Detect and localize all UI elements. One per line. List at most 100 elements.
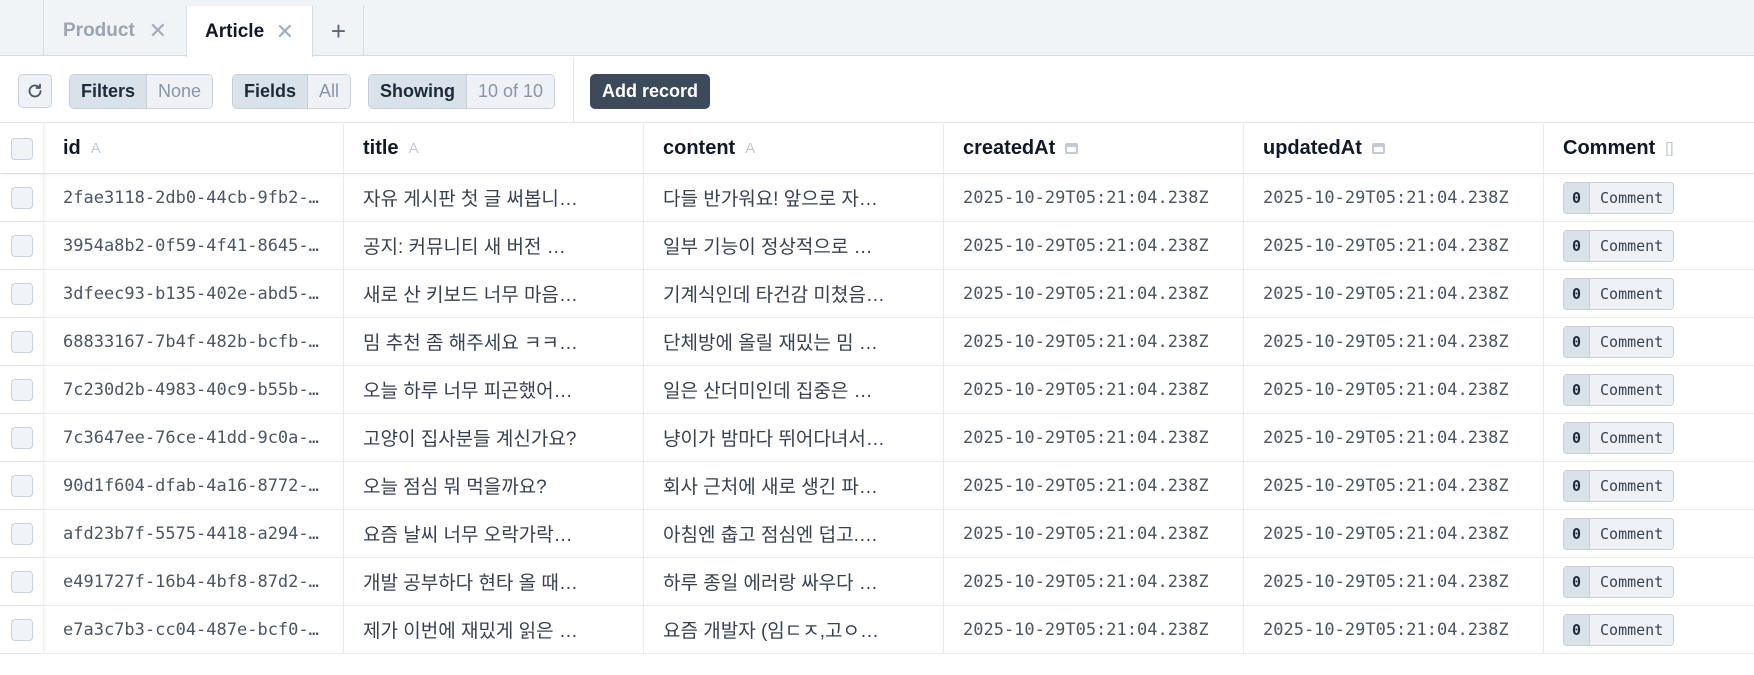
- refresh-button[interactable]: [18, 74, 52, 108]
- cell-content[interactable]: 일부 기능이 정상적으로 …: [644, 222, 944, 269]
- cell-createdAt[interactable]: 2025-10-29T05:21:04.238Z: [944, 270, 1244, 317]
- comment-relation-button[interactable]: 0 Comment: [1563, 277, 1675, 310]
- comment-relation-button[interactable]: 0 Comment: [1563, 181, 1675, 214]
- cell-updatedAt[interactable]: 2025-10-29T05:21:04.238Z: [1244, 174, 1544, 221]
- cell-title[interactable]: 고양이 집사분들 계신가요?: [344, 414, 644, 461]
- table-row[interactable]: 68833167-7b4f-482b-bcfb-… 밈 추천 좀 해주세요 ㅋㅋ……: [0, 318, 1754, 366]
- cell-updatedAt[interactable]: 2025-10-29T05:21:04.238Z: [1244, 270, 1544, 317]
- row-checkbox[interactable]: [10, 522, 33, 545]
- cell-content[interactable]: 냥이가 밤마다 뛰어다녀서…: [644, 414, 944, 461]
- column-header-createdAt[interactable]: createdAt: [944, 124, 1244, 173]
- showing-button[interactable]: Showing 10 of 10: [368, 74, 556, 109]
- table-row[interactable]: 90d1f604-dfab-4a16-8772-… 오늘 점심 뭐 먹을까요? 회사…: [0, 462, 1754, 510]
- cell-content[interactable]: 기계식인데 타건감 미쳤음…: [644, 270, 944, 317]
- cell-content[interactable]: 일은 산더미인데 집중은 …: [644, 366, 944, 413]
- column-header-Comment[interactable]: Comment []: [1544, 124, 1754, 173]
- comment-relation-button[interactable]: 0 Comment: [1563, 373, 1675, 406]
- table-row[interactable]: 3dfeec93-b135-402e-abd5-… 새로 산 키보드 너무 마음……: [0, 270, 1754, 318]
- tab-product[interactable]: Product ✕: [45, 6, 185, 56]
- cell-createdAt[interactable]: 2025-10-29T05:21:04.238Z: [944, 510, 1244, 557]
- cell-updatedAt-value: 2025-10-29T05:21:04.238Z: [1263, 571, 1509, 592]
- cell-updatedAt[interactable]: 2025-10-29T05:21:04.238Z: [1244, 222, 1544, 269]
- cell-updatedAt[interactable]: 2025-10-29T05:21:04.238Z: [1244, 606, 1544, 653]
- cell-content[interactable]: 회사 근처에 새로 생긴 파…: [644, 462, 944, 509]
- row-checkbox[interactable]: [10, 330, 33, 353]
- cell-content[interactable]: 요즘 개발자 (임ㄷㅈ,고ㅇ…: [644, 606, 944, 653]
- row-checkbox[interactable]: [10, 282, 33, 305]
- tab-article[interactable]: Article ✕: [186, 6, 313, 57]
- cell-updatedAt[interactable]: 2025-10-29T05:21:04.238Z: [1244, 414, 1544, 461]
- close-icon[interactable]: ✕: [149, 20, 167, 42]
- table-row[interactable]: 7c3647ee-76ce-41dd-9c0a-… 고양이 집사분들 계신가요? 냥…: [0, 414, 1754, 462]
- cell-title[interactable]: 제가 이번에 재밌게 읽은 …: [344, 606, 644, 653]
- row-checkbox[interactable]: [10, 426, 33, 449]
- row-checkbox[interactable]: [10, 570, 33, 593]
- filters-button[interactable]: Filters None: [69, 74, 214, 109]
- comment-relation-button[interactable]: 0 Comment: [1563, 325, 1675, 358]
- cell-id[interactable]: 90d1f604-dfab-4a16-8772-…: [44, 462, 344, 509]
- select-all-checkbox[interactable]: [10, 137, 33, 160]
- cell-id[interactable]: 2fae3118-2db0-44cb-9fb2-…: [44, 174, 344, 221]
- table-row[interactable]: 2fae3118-2db0-44cb-9fb2-… 자유 게시판 첫 글 써봅니……: [0, 174, 1754, 222]
- table-row[interactable]: 3954a8b2-0f59-4f41-8645-… 공지: 커뮤니티 새 버전 ……: [0, 222, 1754, 270]
- row-checkbox[interactable]: [10, 378, 33, 401]
- column-header-title[interactable]: title A: [344, 124, 644, 173]
- comment-relation-button[interactable]: 0 Comment: [1563, 565, 1675, 598]
- cell-title[interactable]: 공지: 커뮤니티 새 버전 …: [344, 222, 644, 269]
- table-row[interactable]: e491727f-16b4-4bf8-87d2-… 개발 공부하다 현타 올 때……: [0, 558, 1754, 606]
- close-icon[interactable]: ✕: [276, 20, 294, 43]
- cell-createdAt[interactable]: 2025-10-29T05:21:04.238Z: [944, 174, 1244, 221]
- cell-createdAt[interactable]: 2025-10-29T05:21:04.238Z: [944, 222, 1244, 269]
- row-checkbox[interactable]: [10, 234, 33, 257]
- cell-createdAt[interactable]: 2025-10-29T05:21:04.238Z: [944, 606, 1244, 653]
- table-row[interactable]: 7c230d2b-4983-40c9-b55b-… 오늘 하루 너무 피곤했어… 일…: [0, 366, 1754, 414]
- cell-id[interactable]: afd23b7f-5575-4418-a294-…: [44, 510, 344, 557]
- cell-id[interactable]: 68833167-7b4f-482b-bcfb-…: [44, 318, 344, 365]
- cell-createdAt[interactable]: 2025-10-29T05:21:04.238Z: [944, 414, 1244, 461]
- cell-updatedAt[interactable]: 2025-10-29T05:21:04.238Z: [1244, 462, 1544, 509]
- cell-createdAt[interactable]: 2025-10-29T05:21:04.238Z: [944, 366, 1244, 413]
- column-header-content[interactable]: content A: [644, 124, 944, 173]
- cell-content[interactable]: 다들 반가워요! 앞으로 자…: [644, 174, 944, 221]
- cell-createdAt[interactable]: 2025-10-29T05:21:04.238Z: [944, 318, 1244, 365]
- comment-relation-button[interactable]: 0 Comment: [1563, 517, 1675, 550]
- table-row[interactable]: e7a3c7b3-cc04-487e-bcf0-… 제가 이번에 재밌게 읽은 ……: [0, 606, 1754, 654]
- cell-id[interactable]: e491727f-16b4-4bf8-87d2-…: [44, 558, 344, 605]
- cell-title[interactable]: 오늘 점심 뭐 먹을까요?: [344, 462, 644, 509]
- cell-id[interactable]: 7c230d2b-4983-40c9-b55b-…: [44, 366, 344, 413]
- cell-id[interactable]: 3954a8b2-0f59-4f41-8645-…: [44, 222, 344, 269]
- column-header-updatedAt[interactable]: updatedAt: [1244, 124, 1544, 173]
- cell-updatedAt[interactable]: 2025-10-29T05:21:04.238Z: [1244, 510, 1544, 557]
- add-tab-button[interactable]: +: [314, 6, 364, 56]
- cell-id[interactable]: 3dfeec93-b135-402e-abd5-…: [44, 270, 344, 317]
- cell-title[interactable]: 자유 게시판 첫 글 써봅니…: [344, 174, 644, 221]
- cell-updatedAt[interactable]: 2025-10-29T05:21:04.238Z: [1244, 558, 1544, 605]
- cell-title[interactable]: 오늘 하루 너무 피곤했어…: [344, 366, 644, 413]
- row-checkbox[interactable]: [10, 186, 33, 209]
- cell-id[interactable]: e7a3c7b3-cc04-487e-bcf0-…: [44, 606, 344, 653]
- row-checkbox[interactable]: [10, 474, 33, 497]
- cell-title[interactable]: 새로 산 키보드 너무 마음…: [344, 270, 644, 317]
- cell-title[interactable]: 개발 공부하다 현타 올 때…: [344, 558, 644, 605]
- calendar-icon: [1065, 143, 1079, 154]
- cell-createdAt[interactable]: 2025-10-29T05:21:04.238Z: [944, 462, 1244, 509]
- cell-title[interactable]: 요즘 날씨 너무 오락가락…: [344, 510, 644, 557]
- row-checkbox[interactable]: [10, 618, 33, 641]
- comment-relation-button[interactable]: 0 Comment: [1563, 229, 1675, 262]
- add-record-button[interactable]: Add record: [590, 74, 711, 109]
- cell-createdAt[interactable]: 2025-10-29T05:21:04.238Z: [944, 558, 1244, 605]
- comment-relation-button[interactable]: 0 Comment: [1563, 421, 1675, 454]
- cell-id[interactable]: 7c3647ee-76ce-41dd-9c0a-…: [44, 414, 344, 461]
- table-row[interactable]: afd23b7f-5575-4418-a294-… 요즘 날씨 너무 오락가락… 아…: [0, 510, 1754, 558]
- cell-content-value: 일은 산더미인데 집중은 …: [663, 381, 873, 402]
- cell-content[interactable]: 하루 종일 에러랑 싸우다 …: [644, 558, 944, 605]
- fields-button[interactable]: Fields All: [232, 74, 352, 109]
- column-header-id[interactable]: id A: [44, 124, 344, 173]
- cell-content[interactable]: 단체방에 올릴 재밌는 밈 …: [644, 318, 944, 365]
- cell-title[interactable]: 밈 추천 좀 해주세요 ㅋㅋ…: [344, 318, 644, 365]
- comment-relation-button[interactable]: 0 Comment: [1563, 613, 1675, 646]
- cell-content[interactable]: 아침엔 춥고 점심엔 덥고.…: [644, 510, 944, 557]
- cell-updatedAt[interactable]: 2025-10-29T05:21:04.238Z: [1244, 318, 1544, 365]
- cell-updatedAt[interactable]: 2025-10-29T05:21:04.238Z: [1244, 366, 1544, 413]
- comment-relation-button[interactable]: 0 Comment: [1563, 469, 1675, 502]
